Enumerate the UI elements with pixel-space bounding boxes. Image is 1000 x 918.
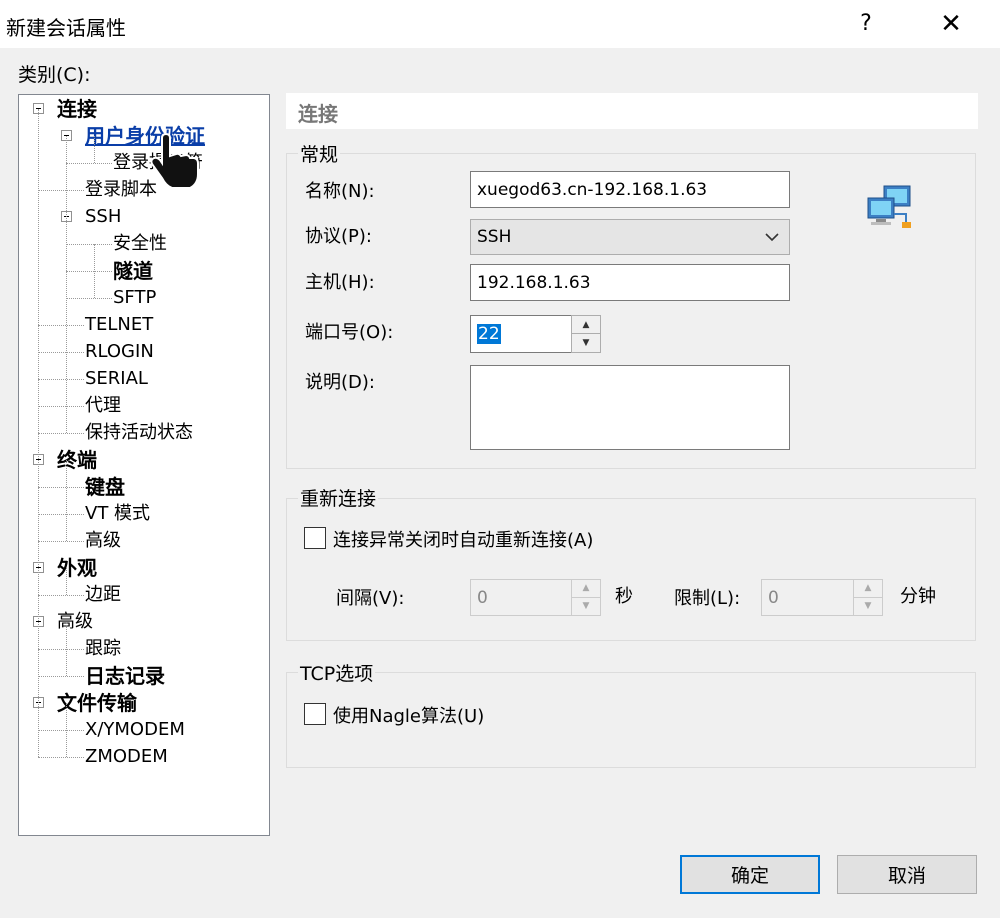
tree-connector: [38, 352, 84, 353]
ok-button[interactable]: 确定: [680, 855, 820, 894]
port-spinner[interactable]: ▲ ▼: [571, 315, 601, 353]
protocol-select[interactable]: SSH: [470, 219, 790, 255]
tree-item[interactable]: 键盘: [85, 474, 125, 500]
host-input[interactable]: 192.168.1.63: [470, 264, 790, 301]
spin-up-icon[interactable]: ▲: [572, 316, 600, 334]
tree-item[interactable]: 外观: [57, 555, 97, 581]
tree-connector: [38, 541, 84, 542]
tree-connector: [66, 136, 67, 433]
tree-connector: [38, 595, 84, 596]
chevron-down-icon: [765, 233, 779, 242]
general-group-title: 常规: [298, 140, 341, 167]
hand-cursor-icon: [150, 132, 199, 189]
section-header: 连接: [286, 93, 978, 129]
protocol-label: 协议(P):: [305, 226, 372, 247]
interval-spinner[interactable]: ▲ ▼: [571, 579, 601, 616]
tree-item[interactable]: ZMODEM: [85, 744, 168, 770]
tree-connector: [66, 460, 67, 541]
host-label: 主机(H):: [305, 272, 375, 293]
reconnect-group-title: 重新连接: [298, 484, 379, 511]
tree-item[interactable]: VT 模式: [85, 501, 150, 527]
category-tree[interactable]: 连接用户身份验证登录提示符登录脚本SSH安全性隧道SFTPTELNETRLOGI…: [18, 94, 270, 836]
tree-connector: [38, 190, 84, 191]
limit-input[interactable]: 0: [761, 579, 855, 616]
tree-connector: [66, 271, 112, 272]
tree-item[interactable]: 边距: [85, 582, 121, 608]
tree-connector: [38, 487, 84, 488]
tree-item[interactable]: TELNET: [85, 312, 153, 338]
name-label: 名称(N):: [305, 181, 375, 202]
tree-connector: [66, 163, 112, 164]
tree-item[interactable]: SSH: [85, 204, 121, 230]
spin-up-icon[interactable]: ▲: [854, 580, 882, 598]
spin-up-icon[interactable]: ▲: [572, 580, 600, 598]
tree-item[interactable]: 保持活动状态: [85, 420, 193, 446]
auto-reconnect-label: 连接异常关闭时自动重新连接(A): [333, 530, 594, 551]
tree-item[interactable]: 日志记录: [85, 663, 165, 689]
category-label: 类别(C):: [18, 64, 91, 86]
window-title: 新建会话属性: [6, 16, 126, 40]
tree-item[interactable]: SFTP: [113, 285, 156, 311]
tree-connector: [94, 244, 95, 298]
interval-unit: 秒: [615, 586, 633, 607]
port-value: 22: [477, 324, 501, 344]
tree-connector: [38, 514, 84, 515]
tree-item[interactable]: 连接: [57, 96, 97, 122]
tree-item[interactable]: 终端: [57, 447, 97, 473]
tree-item[interactable]: 代理: [85, 393, 121, 419]
limit-label: 限制(L):: [674, 588, 741, 609]
spin-down-icon[interactable]: ▼: [854, 598, 882, 616]
tcp-group-title: TCP选项: [298, 659, 376, 686]
help-button[interactable]: ?: [848, 6, 884, 42]
tree-connector: [38, 379, 84, 380]
tree-connector: [38, 757, 84, 758]
tree-connector: [66, 568, 67, 595]
spin-down-icon[interactable]: ▼: [572, 334, 600, 352]
tree-item[interactable]: 高级: [57, 609, 93, 635]
tree-item[interactable]: 隧道: [113, 258, 153, 284]
tree-connector: [66, 703, 67, 757]
interval-label: 间隔(V):: [336, 588, 405, 609]
close-button[interactable]: ✕: [930, 6, 972, 42]
tree-item[interactable]: 安全性: [113, 231, 167, 257]
limit-unit: 分钟: [900, 586, 936, 607]
tree-connector: [38, 676, 84, 677]
port-input[interactable]: 22: [470, 315, 572, 353]
tree-connector: [38, 325, 84, 326]
tree-item[interactable]: X/YMODEM: [85, 717, 185, 743]
tree-connector: [66, 244, 112, 245]
tree-item[interactable]: SERIAL: [85, 366, 148, 392]
tree-connector: [66, 298, 112, 299]
tree-item[interactable]: 登录脚本: [85, 177, 157, 203]
tree-connector: [66, 622, 67, 676]
tree-item[interactable]: 高级: [85, 528, 121, 554]
nagle-checkbox[interactable]: [304, 703, 326, 725]
tree-connector: [38, 433, 84, 434]
tree-connector: [38, 649, 84, 650]
tree-item[interactable]: RLOGIN: [85, 339, 154, 365]
reconnect-group: [286, 498, 976, 641]
spin-down-icon[interactable]: ▼: [572, 598, 600, 616]
tree-connector: [38, 406, 84, 407]
network-computers-icon: [867, 185, 911, 228]
tree-item[interactable]: 文件传输: [57, 690, 137, 716]
desc-label: 说明(D):: [305, 372, 375, 393]
protocol-value: SSH: [477, 227, 512, 247]
limit-spinner[interactable]: ▲ ▼: [853, 579, 883, 616]
tree-connector: [38, 109, 39, 757]
tree-item[interactable]: 跟踪: [85, 636, 121, 662]
name-input[interactable]: xuegod63.cn-192.168.1.63: [470, 171, 790, 208]
section-title: 连接: [298, 102, 338, 126]
auto-reconnect-checkbox[interactable]: [304, 527, 326, 549]
port-label: 端口号(O):: [305, 322, 394, 343]
interval-input[interactable]: 0: [470, 579, 572, 616]
cancel-button[interactable]: 取消: [837, 855, 977, 894]
tree-connector: [94, 136, 95, 163]
nagle-label: 使用Nagle算法(U): [333, 706, 485, 727]
desc-input[interactable]: [470, 365, 790, 450]
tree-connector: [38, 730, 84, 731]
